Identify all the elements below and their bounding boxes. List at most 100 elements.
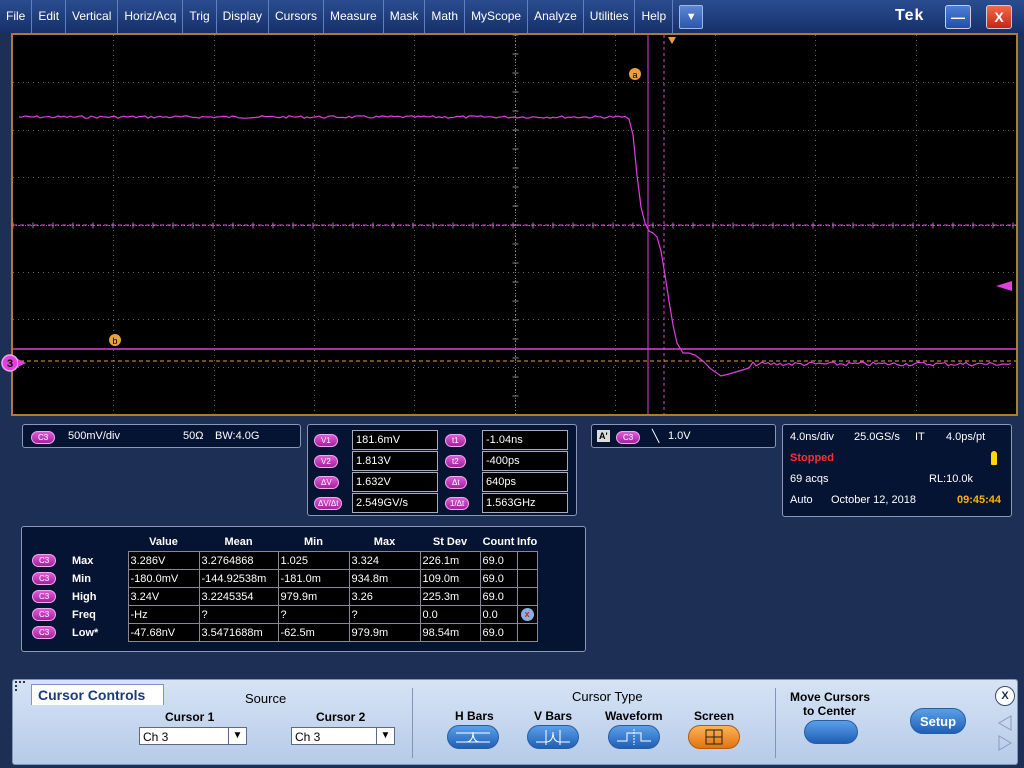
cursor-b-label: b — [112, 336, 117, 346]
menu-file[interactable]: File — [0, 0, 33, 33]
inverse-delta-t-chip: 1/Δt — [445, 497, 470, 510]
close-window-button[interactable]: X — [986, 5, 1012, 29]
menu-mask[interactable]: Mask — [384, 0, 426, 33]
menu-edit[interactable]: Edit — [32, 0, 67, 33]
menu-help[interactable]: Help — [635, 0, 674, 33]
menu-trig[interactable]: Trig — [183, 0, 217, 33]
vertical-scale: 500mV/div — [68, 430, 120, 442]
table-row[interactable]: C3 Low* -47.68nV 3.5471688m -62.5m 979.9m 98.5… — [30, 623, 538, 642]
minimize-button[interactable]: — — [945, 5, 971, 29]
menu-horiz-acq[interactable]: Horiz/Acq — [118, 0, 184, 33]
measurement-max: 3.26 — [348, 587, 421, 606]
run-status: Stopped — [790, 452, 834, 464]
menu-analyze[interactable]: Analyze — [528, 0, 584, 33]
waveform-display[interactable]: a b — [11, 33, 1018, 416]
cursor1-label: Cursor 1 — [165, 710, 215, 724]
measurement-source-chip: C3 — [32, 554, 57, 567]
channel-readout-panel[interactable]: C3 500mV/div 50Ω BW:4.0G — [22, 424, 301, 448]
measurement-mean: ? — [198, 605, 279, 624]
screen-type-icon — [705, 729, 723, 745]
v1-value: 181.6mV — [352, 430, 438, 450]
v-bars-icon — [536, 730, 570, 745]
move-cursors-label: Move Cursors — [790, 690, 871, 704]
cursor1-source-select[interactable]: Ch 3 ▼ — [139, 727, 247, 745]
measurement-min: -62.5m — [277, 623, 350, 642]
menu-dropdown-button[interactable]: ▼ — [679, 4, 704, 29]
input-impedance: 50Ω — [183, 430, 204, 442]
cursor-readout-panel[interactable]: V1 181.6mV V2 1.813V ΔV 1.632V ΔV/Δt 2.5… — [307, 424, 577, 516]
trigger-readout-panel[interactable]: A' C3 ╲ 1.0V — [591, 424, 776, 448]
channel-3-marker[interactable]: 3 — [0, 353, 30, 373]
measurement-stdev: 225.3m — [419, 587, 481, 606]
measurement-min: 979.9m — [277, 587, 350, 606]
measurement-max: 979.9m — [348, 623, 421, 642]
panel-scroll-arrows[interactable] — [995, 714, 1015, 754]
trigger-mode-badge: A' — [597, 430, 610, 442]
chevron-down-icon: ▼ — [376, 728, 394, 744]
screen-type-label: Screen — [694, 709, 735, 723]
measurement-stdev: 0.0 — [419, 605, 481, 624]
divider — [775, 688, 776, 758]
trigger-level-marker[interactable] — [996, 281, 1012, 291]
info-warning-icon[interactable]: x — [520, 608, 534, 621]
table-row[interactable]: C3 Max 3.286V 3.2764868 1.025 3.324 226.1m 69.0 — [30, 551, 538, 570]
acq-mode: IT — [915, 431, 925, 443]
v-bars-button[interactable] — [527, 725, 579, 749]
source-label: Source — [245, 691, 287, 706]
panel-grip-icon — [15, 681, 25, 691]
menu-math[interactable]: Math — [425, 0, 466, 33]
table-row[interactable]: C3 Min -180.0mV -144.92538m -181.0m 934.8m 109… — [30, 569, 538, 588]
menu-display[interactable]: Display — [217, 0, 269, 33]
close-icon: X — [1001, 690, 1009, 702]
sample-rate: 25.0GS/s — [854, 431, 900, 443]
delta-t-chip: Δt — [445, 476, 467, 489]
menu-myscope[interactable]: MyScope — [465, 0, 529, 33]
cursor2-source-value: Ch 3 — [295, 730, 321, 744]
menu-measure[interactable]: Measure — [324, 0, 384, 33]
menu-cursors[interactable]: Cursors — [269, 0, 325, 33]
measurement-info — [516, 623, 538, 642]
col-header-stdev: St Dev — [432, 536, 468, 548]
measurement-min: ? — [277, 605, 350, 624]
table-row[interactable]: C3 Freq -Hz??? 0.0 0.0 x — [30, 605, 538, 624]
measurement-source-chip: C3 — [32, 626, 57, 639]
measurement-count: 69.0 — [479, 569, 518, 588]
cursor-type-label: Cursor Type — [572, 689, 643, 704]
setup-button[interactable]: Setup — [910, 708, 966, 734]
measurement-info: x — [516, 605, 538, 624]
menu-utilities[interactable]: Utilities — [584, 0, 636, 33]
col-header-max: Max — [373, 536, 396, 548]
measurement-mean: 3.2764868 — [198, 551, 279, 570]
measurement-name: Freq — [72, 608, 96, 621]
time-resolution: 4.0ps/pt — [946, 431, 986, 443]
acquisition-readout-panel[interactable]: 4.0ns/div 25.0GS/s IT 4.0ps/pt Stopped 6… — [782, 424, 1012, 517]
measurements-panel[interactable]: Value Mean Min Max St Dev Count Info C3 M… — [21, 526, 586, 652]
move-cursors-label-2: to Center — [803, 704, 856, 718]
col-header-value: Value — [149, 536, 178, 548]
divider — [412, 688, 413, 758]
menu-vertical[interactable]: Vertical — [66, 0, 119, 33]
waveform-type-button[interactable] — [608, 725, 660, 749]
table-row[interactable]: C3 High 3.24V 3.2245354 979.9m 3.26 225.3m 69.0 — [30, 587, 538, 606]
measurement-name: Min — [72, 572, 91, 585]
acq-time: 09:45:44 — [957, 494, 1002, 506]
slew-rate-chip: ΔV/Δt — [314, 497, 343, 510]
measurement-source-chip: C3 — [32, 608, 57, 621]
waveform-type-icon — [617, 729, 651, 745]
bandwidth-limit: BW:4.0G — [215, 430, 260, 442]
col-header-info: Info — [517, 536, 538, 548]
trigger-position-marker[interactable] — [668, 37, 676, 44]
t2-chip: t2 — [445, 455, 466, 468]
measurement-info — [516, 569, 538, 588]
measurement-stdev: 109.0m — [419, 569, 481, 588]
screen-type-button[interactable] — [688, 725, 740, 749]
close-panel-button[interactable]: X — [995, 686, 1015, 706]
warning-icon — [991, 451, 997, 465]
move-cursors-to-center-button[interactable] — [804, 720, 858, 744]
h-bars-label: H Bars — [455, 709, 494, 723]
chevron-down-icon: ▼ — [228, 728, 246, 744]
delta-v-chip: ΔV — [314, 476, 339, 489]
measurement-min: 1.025 — [277, 551, 350, 570]
cursor2-source-select[interactable]: Ch 3 ▼ — [291, 727, 395, 745]
h-bars-button[interactable] — [447, 725, 499, 749]
